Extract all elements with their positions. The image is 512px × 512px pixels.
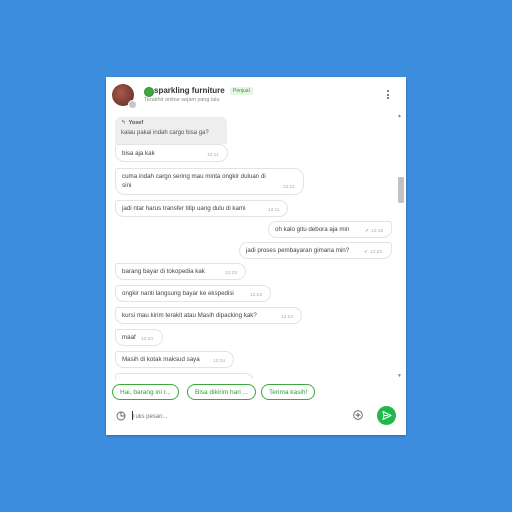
add-attachment-icon[interactable]	[353, 410, 363, 420]
last-online-status: Terakhir online sejam yang lalu	[144, 97, 220, 103]
message-bubble[interactable]: barang bayar di tokopedia kak 12:23	[115, 263, 246, 280]
message-input[interactable]	[130, 409, 360, 425]
scroll-thumb[interactable]	[398, 177, 404, 203]
reply-icon: ↰	[121, 120, 126, 126]
message-list: ↰ Yosef kalau pakai indah cargo bisa ga? …	[106, 113, 406, 379]
shop-name[interactable]: sparkling furniture	[154, 86, 225, 95]
quick-reply-chip[interactable]: Bisa dikirim hari ...	[187, 384, 257, 400]
reply-author: Yosef	[128, 120, 144, 126]
quick-reply-chip[interactable]: Hai, barang ini r...	[112, 384, 179, 400]
quick-reply-chip[interactable]: Terima kasih!	[261, 384, 316, 400]
scroll-track[interactable]	[397, 113, 404, 379]
read-check-icon: ✓	[365, 229, 370, 234]
message-bubble[interactable]: jadi ntar harus transfer titip uang dulu…	[115, 200, 288, 217]
message-bubble[interactable]: cuma indah cargo sering mau minta ongkir…	[115, 168, 304, 195]
shop-icon	[144, 87, 154, 97]
online-status-dot	[128, 100, 137, 109]
send-icon	[382, 410, 392, 421]
message-bubble[interactable]: jadi proses pembayaran gimana min? ✓ 12:2…	[239, 242, 392, 259]
message-bubble[interactable]: Masih di kotak maksud saya 12:24	[115, 351, 234, 368]
message-bubble[interactable]: oh kalo gitu debora aja min ✓ 12:18	[268, 221, 392, 238]
more-options-icon[interactable]	[385, 89, 391, 103]
sticker-icon[interactable]	[116, 411, 126, 421]
chat-panel: sparkling furniture Penjual Terakhir onl…	[106, 77, 406, 435]
quick-replies: Hai, barang ini r... Bisa dikirim hari .…	[106, 382, 406, 402]
read-check-icon: ✓	[364, 250, 369, 255]
scrollbar[interactable]: ▲ ▼	[395, 113, 404, 379]
chat-header: sparkling furniture Penjual Terakhir onl…	[106, 77, 406, 113]
message-bubble[interactable]: ongkir nanti langsung bayar ke ekspedisi…	[115, 285, 271, 302]
message-input-bar	[106, 403, 406, 435]
message-bubble-partial	[115, 373, 254, 379]
scroll-down-icon[interactable]: ▼	[397, 373, 402, 379]
message-bubble[interactable]: maaf 12:24	[115, 329, 163, 346]
reply-text: kalau pakai indah cargo bisa ga?	[121, 130, 209, 136]
scroll-up-icon[interactable]: ▲	[397, 113, 402, 119]
message-bubble[interactable]: kursi mau kirim terakit atau Masih dipac…	[115, 307, 302, 324]
reply-quote[interactable]: ↰ Yosef kalau pakai indah cargo bisa ga?	[115, 117, 227, 144]
message-bubble[interactable]: bisa aja kak 12:11	[115, 144, 228, 162]
seller-badge: Penjual	[230, 87, 253, 95]
send-button[interactable]	[377, 406, 396, 425]
